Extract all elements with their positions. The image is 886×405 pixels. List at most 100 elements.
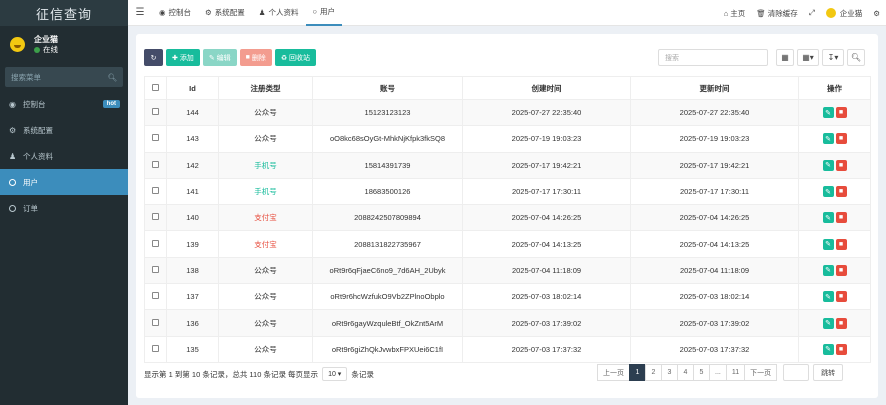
sidebar-item-settings[interactable]: ⚙ 系统配置: [0, 117, 128, 143]
delete-row-icon[interactable]: ■: [835, 317, 847, 329]
top-header: ☰ ◉ 控制台 ⚙ 系统配置 ♟ 个人资料 ○ 用户 ⌂ 主页 🗑︎ 清除缓存 ⤢ 企业猫 …: [128, 0, 886, 26]
cell-type: 公众号: [218, 256, 313, 285]
cell-type: 公众号: [218, 309, 313, 337]
sidebar-item-users[interactable]: 用户: [0, 169, 128, 195]
cell-created: 2025-07-19 19:03:23: [462, 125, 631, 153]
cell-actions: ✎ ■: [798, 283, 871, 311]
table-row[interactable]: 139 支付宝 2088131822735967 2025-07-04 14:13:2…: [144, 230, 871, 258]
delete-row-icon[interactable]: ■: [835, 291, 847, 303]
cell-account: 15123123123: [312, 98, 463, 127]
page-button[interactable]: 4: [677, 364, 694, 381]
edit-row-icon[interactable]: ✎: [822, 133, 834, 145]
table-row[interactable]: 140 支付宝 2088242507809894 2025-07-04 14:26:2…: [144, 204, 871, 232]
row-checkbox[interactable]: [144, 309, 167, 337]
table-search-input[interactable]: 搜索: [658, 49, 768, 66]
search-icon[interactable]: 🔍︎: [847, 49, 865, 66]
edit-row-icon[interactable]: ✎: [822, 264, 834, 276]
page-button: ...: [709, 364, 727, 381]
jump-page-input[interactable]: [783, 364, 810, 381]
column-header-id[interactable]: Id: [166, 76, 219, 100]
cell-account: oRt9r6qFjaeC6no9_7d6AH_2Ubyk: [312, 256, 463, 285]
tab-users[interactable]: ○ 用户: [305, 0, 343, 26]
delete-row-icon[interactable]: ■: [835, 107, 847, 119]
column-header-created[interactable]: 创建时间: [462, 76, 631, 100]
user-icon: ♟: [258, 8, 266, 17]
row-checkbox[interactable]: [144, 204, 167, 232]
row-checkbox[interactable]: [144, 125, 167, 153]
sidebar-item-dashboard[interactable]: ◉ 控制台 hot: [0, 91, 128, 117]
edit-row-icon[interactable]: ✎: [822, 159, 834, 171]
delete-row-icon[interactable]: ■: [835, 343, 847, 355]
edit-row-icon[interactable]: ✎: [822, 317, 834, 329]
row-checkbox[interactable]: [144, 151, 167, 179]
delete-row-icon[interactable]: ■: [835, 264, 847, 276]
table-row[interactable]: 142 手机号 15814391739 2025-07-17 19:42:21 2025…: [144, 151, 871, 179]
cell-type: 手机号: [218, 177, 313, 206]
cell-type: 公众号: [218, 283, 313, 311]
tab-settings[interactable]: ⚙ 系统配置: [198, 0, 252, 26]
prev-page-button[interactable]: 上一页: [597, 364, 630, 381]
column-header-updated[interactable]: 更新时间: [630, 76, 799, 100]
toggle-view-icon[interactable]: ▦: [776, 49, 794, 66]
delete-row-icon[interactable]: ■: [835, 238, 847, 250]
settings-gears-icon[interactable]: ⚙: [873, 9, 880, 18]
export-icon[interactable]: ↧▾: [822, 49, 844, 66]
table-row[interactable]: 136 公众号 oRt9r6gayWzquleBtf_OkZnt5ArM 2025-0…: [144, 309, 871, 337]
cell-actions: ✎ ■: [798, 256, 871, 285]
table-row[interactable]: 143 公众号 oO8kc68sOyGt-MhkNjKfpk3fkSQ8 2025-0…: [144, 125, 871, 153]
delete-row-icon[interactable]: ■: [835, 133, 847, 145]
edit-button[interactable]: ✎ 编辑: [202, 49, 237, 66]
edit-row-icon[interactable]: ✎: [822, 186, 834, 198]
edit-row-icon[interactable]: ✎: [822, 107, 834, 119]
row-checkbox[interactable]: [144, 283, 167, 311]
search-icon[interactable]: 🔍︎: [107, 73, 117, 82]
dashboard-icon: ◉: [159, 8, 166, 17]
table-row[interactable]: 141 手机号 18683500126 2025-07-17 17:30:11 2025…: [144, 177, 871, 206]
table-row[interactable]: 138 公众号 oRt9r6qFjaeC6no9_7d6AH_2Ubyk 2025-0…: [144, 256, 871, 285]
edit-row-icon[interactable]: ✎: [822, 343, 834, 355]
home-link[interactable]: ⌂ 主页: [724, 8, 746, 19]
delete-row-icon[interactable]: ■: [835, 159, 847, 171]
page-button[interactable]: 2: [645, 364, 662, 381]
table-row[interactable]: 135 公众号 oRt9r6giZhQkJvwbxFPXUei6C1fI 2025-0…: [144, 335, 871, 363]
add-button[interactable]: ✚ 添加: [166, 49, 200, 66]
row-checkbox[interactable]: [144, 256, 167, 285]
app-title[interactable]: 征信查询: [0, 0, 128, 26]
table-row[interactable]: 144 公众号 15123123123 2025-07-27 22:35:40 2025…: [144, 98, 871, 127]
edit-row-icon[interactable]: ✎: [822, 291, 834, 303]
page-button[interactable]: 3: [661, 364, 678, 381]
recycle-bin-button[interactable]: ♻ 回收站: [274, 49, 317, 66]
column-header-account[interactable]: 账号: [312, 76, 463, 100]
next-page-button[interactable]: 下一页: [744, 364, 778, 381]
tab-profile[interactable]: ♟ 个人资料: [252, 0, 306, 26]
table-row[interactable]: 137 公众号 oRt9r6hcWzfukO9Vb2ZPlnoObplo 2025-0…: [144, 283, 871, 311]
delete-button[interactable]: ■ 删除: [239, 49, 272, 66]
page-size-select[interactable]: 10 ▾: [322, 367, 348, 381]
page-button[interactable]: 1: [629, 364, 646, 381]
select-all-checkbox[interactable]: [144, 76, 167, 100]
cell-updated: 2025-07-04 14:26:25: [630, 204, 799, 232]
row-checkbox[interactable]: [144, 98, 167, 127]
delete-row-icon[interactable]: ■: [835, 186, 847, 198]
row-checkbox[interactable]: [144, 230, 167, 258]
column-header-type[interactable]: 注册类型: [218, 76, 313, 100]
page-button[interactable]: 5: [693, 364, 710, 381]
edit-row-icon[interactable]: ✎: [822, 238, 834, 250]
delete-row-icon[interactable]: ■: [835, 212, 847, 224]
clear-cache-button[interactable]: 🗑︎ 清除缓存: [756, 8, 798, 19]
user-menu[interactable]: 企业猫: [825, 8, 862, 19]
tab-dashboard[interactable]: ◉ 控制台: [152, 0, 198, 26]
columns-icon[interactable]: ▦▾: [797, 49, 819, 66]
fullscreen-icon[interactable]: ⤢: [809, 8, 815, 18]
page-button[interactable]: 11: [725, 364, 746, 381]
refresh-button[interactable]: ↻: [144, 49, 163, 66]
sidebar-item-orders[interactable]: 订单: [0, 195, 128, 221]
sidebar-search-input[interactable]: 搜索菜单 🔍︎: [5, 67, 123, 87]
jump-button[interactable]: 跳转: [813, 364, 844, 381]
menu-toggle-icon[interactable]: ☰: [128, 7, 152, 18]
cell-account: oO8kc68sOyGt-MhkNjKfpk3fkSQ8: [312, 125, 463, 153]
sidebar-item-profile[interactable]: ♟ 个人资料: [0, 143, 128, 169]
edit-row-icon[interactable]: ✎: [822, 212, 834, 224]
row-checkbox[interactable]: [144, 177, 167, 206]
row-checkbox[interactable]: [144, 335, 167, 363]
